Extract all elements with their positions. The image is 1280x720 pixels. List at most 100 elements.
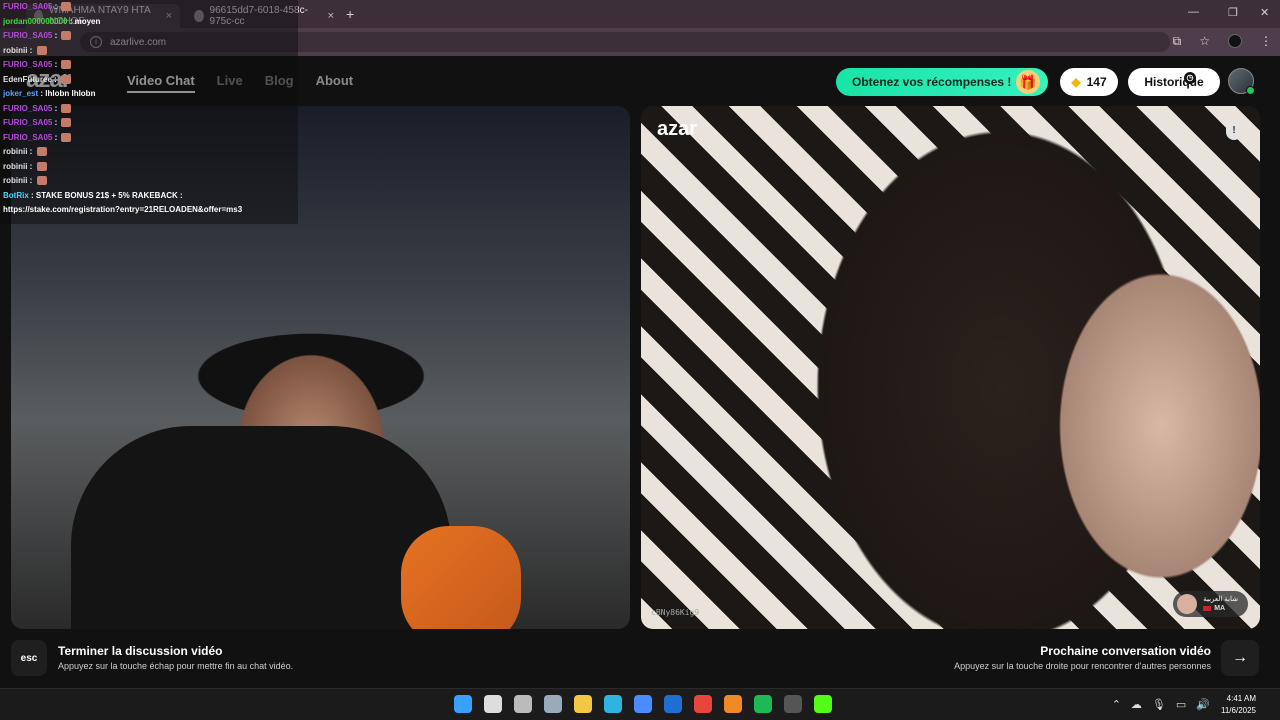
report-icon[interactable]: ! bbox=[1226, 122, 1242, 140]
chat-emote-icon bbox=[36, 176, 47, 186]
chat-message: robinii : bbox=[3, 145, 295, 160]
nav-about[interactable]: About bbox=[316, 73, 354, 93]
vlc-icon[interactable] bbox=[724, 695, 742, 713]
chat-text: moyen bbox=[74, 16, 101, 26]
partner-name: شابة العربية bbox=[1203, 596, 1238, 603]
clock-time: 4:41 AM bbox=[1226, 694, 1256, 703]
partner-avatar bbox=[1177, 594, 1198, 614]
spotify-icon[interactable] bbox=[754, 695, 772, 713]
chrome-icon[interactable] bbox=[694, 695, 712, 713]
chat-username[interactable]: FURIO_SA05 bbox=[3, 118, 52, 127]
close-window-icon[interactable]: ✕ bbox=[1260, 6, 1269, 19]
chat-message: FURIO_SA05 : bbox=[3, 29, 295, 44]
history-button[interactable]: ◷ Historique bbox=[1128, 68, 1220, 96]
chat-emote-icon bbox=[61, 132, 72, 142]
profile-icon[interactable] bbox=[1228, 34, 1242, 48]
chat-username[interactable]: robinii bbox=[3, 162, 27, 171]
remote-video-logo: azar bbox=[657, 118, 698, 140]
chat-emote-icon bbox=[61, 31, 72, 41]
chat-message: robinii : bbox=[3, 160, 295, 175]
next-chat-button[interactable]: → bbox=[1221, 640, 1259, 676]
chat-username[interactable]: EdenFuturee bbox=[3, 75, 52, 84]
system-tray: ⌃ ☁ 🎙 ▭ 🔊 bbox=[1112, 698, 1210, 711]
new-tab-button[interactable]: + bbox=[346, 6, 354, 22]
chat-text: STAKE BONUS 21$ + 5% RAKEBACK : bbox=[35, 190, 183, 200]
outlook-icon[interactable] bbox=[664, 695, 682, 713]
chat-emote-icon bbox=[36, 161, 47, 171]
chat-message: jordan000000000 : moyen bbox=[3, 16, 101, 26]
chat-emote-icon bbox=[61, 118, 72, 128]
settings-icon[interactable] bbox=[544, 695, 562, 713]
store-icon[interactable] bbox=[634, 695, 652, 713]
windows-taskbar: ⌃ ☁ 🎙 ▭ 🔊 4:41 AM 11/6/2025 bbox=[0, 688, 1280, 720]
chat-username[interactable]: FURIO_SA05 bbox=[3, 2, 52, 11]
morocco-flag-icon bbox=[1203, 605, 1212, 611]
user-avatar[interactable] bbox=[1228, 68, 1255, 95]
chat-message: robinii : bbox=[3, 174, 295, 189]
call-controls: esc Terminer la discussion vidéo Appuyez… bbox=[0, 634, 1280, 688]
rewards-button[interactable]: Obtenez vos récompenses ! 🎁 bbox=[836, 68, 1048, 96]
end-chat-button[interactable]: esc bbox=[11, 640, 47, 676]
chat-message: joker_est : lhlobn lhlobn bbox=[3, 89, 96, 98]
edge-icon[interactable] bbox=[604, 695, 622, 713]
chat-username[interactable]: robinii bbox=[3, 147, 27, 156]
chat-message: EdenFuturee : bbox=[3, 73, 295, 88]
menu-kebab-icon[interactable]: ⋮ bbox=[1260, 34, 1272, 49]
rewards-label: Obtenez vos récompenses ! bbox=[852, 75, 1012, 89]
chat-message: robinii : bbox=[3, 44, 295, 59]
end-chat-hint: Appuyez sur la touche échap pour mettre … bbox=[58, 661, 294, 671]
file-explorer-icon[interactable] bbox=[574, 695, 592, 713]
chat-username[interactable]: FURIO_SA05 bbox=[3, 104, 52, 113]
display-icon[interactable]: ▭ bbox=[1176, 698, 1186, 711]
bookmark-star-icon[interactable]: ☆ bbox=[1199, 34, 1210, 49]
clock-icon: ◷ bbox=[1184, 72, 1196, 84]
chat-username[interactable]: FURIO_SA05 bbox=[3, 133, 52, 142]
maximize-icon[interactable]: ❐ bbox=[1228, 6, 1238, 19]
volume-icon[interactable]: 🔊 bbox=[1196, 698, 1210, 711]
next-chat-title: Prochaine conversation vidéo bbox=[1040, 644, 1211, 658]
chat-username[interactable]: robinii bbox=[3, 176, 27, 185]
remote-video: azar ! cBNy86Kig9 شابة العربية MA bbox=[641, 106, 1260, 629]
chat-username[interactable]: robinii bbox=[3, 46, 27, 55]
chat-emote-icon bbox=[36, 45, 47, 55]
chat-username[interactable]: BotRix bbox=[3, 191, 29, 200]
tab-close-icon[interactable]: × bbox=[328, 10, 334, 22]
stream-chat-overlay: FURIO_SA05 : jordan000000000 : moyen FURI… bbox=[0, 0, 298, 224]
task-view-icon[interactable] bbox=[514, 695, 532, 713]
chat-username[interactable]: FURIO_SA05 bbox=[3, 60, 52, 69]
partner-badge[interactable]: شابة العربية MA bbox=[1173, 591, 1248, 617]
chat-message: FURIO_SA05 : bbox=[3, 0, 295, 15]
chat-username[interactable]: FURIO_SA05 bbox=[3, 31, 52, 40]
chat-text: https://stake.com/registration?entry=21R… bbox=[3, 205, 243, 214]
local-video-microphone bbox=[401, 526, 521, 629]
obs-icon[interactable] bbox=[784, 695, 802, 713]
tray-chevron-icon[interactable]: ⌃ bbox=[1112, 698, 1121, 711]
partner-country: MA bbox=[1214, 605, 1226, 612]
install-app-icon[interactable]: ⧉ bbox=[1173, 34, 1182, 49]
chat-message: BotRix : STAKE BONUS 21$ + 5% RAKEBACK : bbox=[3, 190, 183, 200]
minimize-icon[interactable]: — bbox=[1188, 6, 1199, 18]
gems-count: 147 bbox=[1086, 75, 1107, 89]
kick-icon[interactable] bbox=[814, 695, 832, 713]
chat-text: lhlobn lhlobn bbox=[45, 89, 96, 98]
mic-icon[interactable]: 🎙 bbox=[1152, 698, 1166, 711]
chat-emote-icon bbox=[61, 60, 72, 70]
chat-message: https://stake.com/registration?entry=21R… bbox=[3, 203, 295, 218]
end-chat-title: Terminer la discussion vidéo bbox=[58, 644, 223, 658]
online-status-icon bbox=[1246, 86, 1255, 95]
search-icon[interactable] bbox=[484, 695, 502, 713]
clock-date: 11/6/2025 bbox=[1221, 706, 1256, 715]
chat-emote-icon bbox=[61, 103, 72, 113]
gift-icon: 🎁 bbox=[1016, 70, 1040, 94]
gem-icon: ◆ bbox=[1071, 75, 1081, 89]
windows-icon[interactable] bbox=[454, 695, 472, 713]
chat-emote-icon bbox=[61, 74, 72, 84]
cloud-icon[interactable]: ☁ bbox=[1131, 698, 1142, 711]
chat-username[interactable]: joker_est bbox=[3, 89, 38, 98]
chat-username[interactable]: jordan000000000 bbox=[3, 17, 68, 26]
chat-message: FURIO_SA05 : bbox=[3, 102, 295, 117]
taskbar-clock[interactable]: 4:41 AM 11/6/2025 bbox=[1221, 693, 1256, 717]
local-video-person bbox=[71, 426, 451, 629]
remote-user-id: cBNy86Kig9 bbox=[651, 608, 700, 617]
gems-button[interactable]: ◆ 147 bbox=[1060, 68, 1118, 96]
